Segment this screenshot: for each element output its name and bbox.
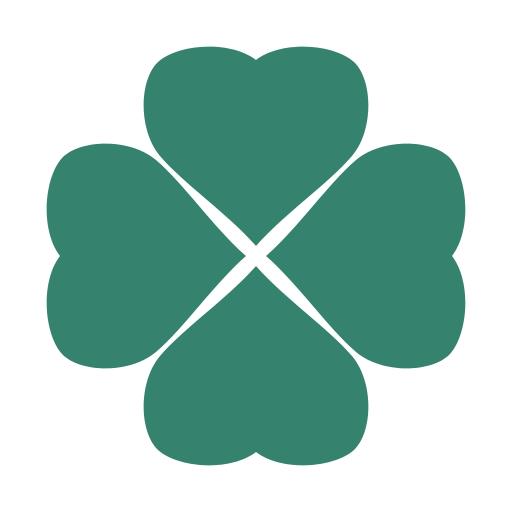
app-icon-canvas xyxy=(0,0,512,512)
four-leaf-clover-icon xyxy=(46,46,466,466)
